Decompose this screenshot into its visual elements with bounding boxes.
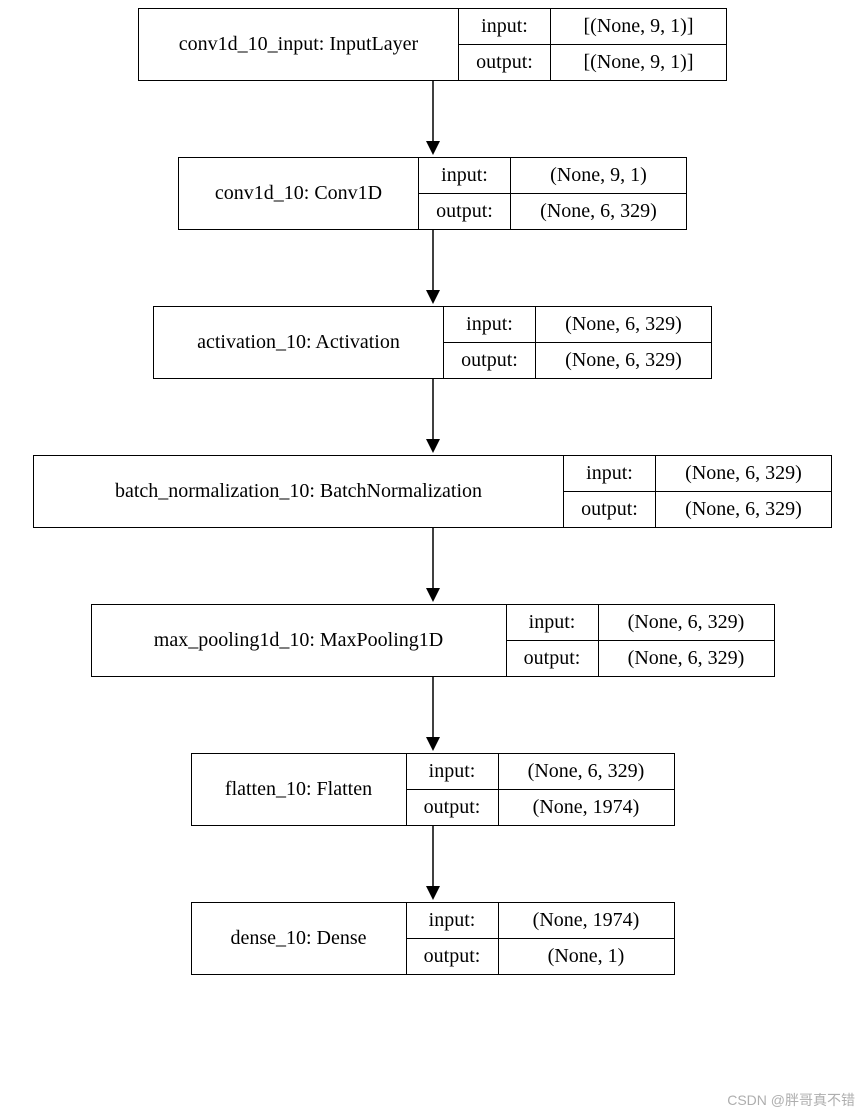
input-label: input: [564,456,656,491]
output-label: output: [507,641,599,676]
input-label: input: [507,605,599,640]
input-shape: (None, 6, 329) [599,605,774,640]
output-shape: (None, 6, 329) [536,343,711,378]
layer-name: activation_10: Activation [154,307,444,378]
layer-node: conv1d_10: Conv1Dinput:(None, 9, 1)outpu… [178,157,687,230]
output-label: output: [564,492,656,527]
arrow-down-icon [423,826,443,902]
layer-name: max_pooling1d_10: MaxPooling1D [92,605,507,676]
input-label: input: [407,754,499,789]
input-shape: (None, 6, 329) [656,456,831,491]
input-label: input: [407,903,499,938]
output-shape: [(None, 9, 1)] [551,45,726,80]
layer-node: conv1d_10_input: InputLayerinput:[(None,… [138,8,727,81]
watermark: CSDN @胖哥真不错 [727,1090,855,1110]
output-shape: (None, 6, 329) [599,641,774,676]
input-label: input: [444,307,536,342]
layer-node: dense_10: Denseinput:(None, 1974)output:… [191,902,675,975]
arrow-down-icon [423,81,443,157]
output-shape: (None, 6, 329) [656,492,831,527]
layer-node: flatten_10: Flatteninput:(None, 6, 329)o… [191,753,675,826]
output-label: output: [459,45,551,80]
input-shape: (None, 6, 329) [536,307,711,342]
layer-node: max_pooling1d_10: MaxPooling1Dinput:(Non… [91,604,775,677]
output-label: output: [419,194,511,229]
arrow-down-icon [423,230,443,306]
layer-node: batch_normalization_10: BatchNormalizati… [33,455,832,528]
layer-name: flatten_10: Flatten [192,754,407,825]
layer-node: activation_10: Activationinput:(None, 6,… [153,306,712,379]
output-shape: (None, 1) [499,939,674,974]
input-shape: (None, 1974) [499,903,674,938]
input-shape: [(None, 9, 1)] [551,9,726,44]
output-shape: (None, 1974) [499,790,674,825]
layer-name: batch_normalization_10: BatchNormalizati… [34,456,564,527]
arrow-down-icon [423,677,443,753]
output-label: output: [407,939,499,974]
input-label: input: [459,9,551,44]
output-label: output: [444,343,536,378]
model-diagram: conv1d_10_input: InputLayerinput:[(None,… [0,0,865,975]
layer-name: dense_10: Dense [192,903,407,974]
input-label: input: [419,158,511,193]
layer-name: conv1d_10_input: InputLayer [139,9,459,80]
arrow-down-icon [423,379,443,455]
layer-name: conv1d_10: Conv1D [179,158,419,229]
output-label: output: [407,790,499,825]
arrow-down-icon [423,528,443,604]
output-shape: (None, 6, 329) [511,194,686,229]
input-shape: (None, 9, 1) [511,158,686,193]
input-shape: (None, 6, 329) [499,754,674,789]
